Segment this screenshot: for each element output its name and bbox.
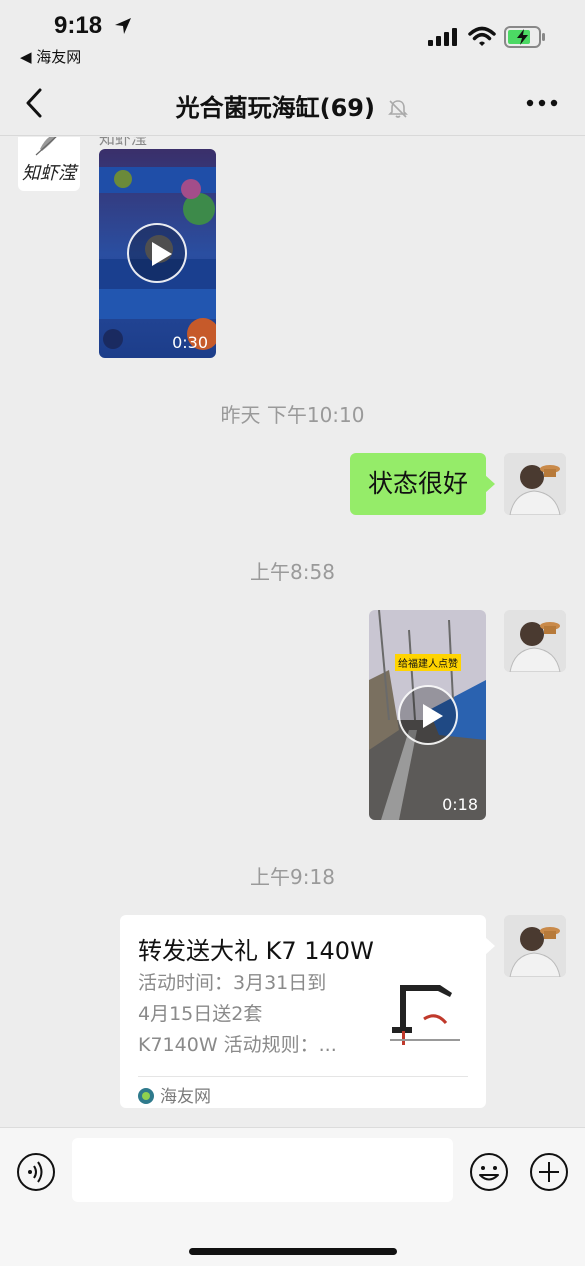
card-divider bbox=[138, 1076, 468, 1077]
status-bar: 9:18 ◀ 海友网 bbox=[0, 0, 585, 70]
voice-input-icon[interactable] bbox=[16, 1152, 56, 1192]
cellular-signal-icon bbox=[428, 28, 457, 46]
avatar-sender[interactable]: 知虾滢 bbox=[18, 137, 80, 191]
card-desc-line: K7140W 活动规则：... bbox=[138, 1034, 337, 1056]
card-source-name: 海友网 bbox=[160, 1087, 211, 1107]
card-title: 转发送大礼 K7 140W bbox=[138, 937, 374, 965]
timestamp: 上午9:18 bbox=[250, 865, 335, 889]
avatar-self[interactable] bbox=[504, 610, 566, 672]
emoji-icon[interactable] bbox=[469, 1152, 509, 1192]
chat-title: 光合菌玩海缸(69) bbox=[175, 94, 375, 122]
avatar-self-image bbox=[504, 915, 566, 977]
message-input[interactable] bbox=[72, 1138, 453, 1202]
home-indicator[interactable] bbox=[189, 1248, 397, 1255]
video-overlay-caption: 给福建人点赞 bbox=[395, 654, 461, 671]
video-duration: 0:30 bbox=[172, 333, 208, 352]
link-card-message[interactable]: 转发送大礼 K7 140W 活动时间：3月31日到 4月15日送2套 K7140… bbox=[120, 915, 495, 1108]
timestamp: 昨天 下午10:10 bbox=[220, 403, 365, 427]
source-logo-icon bbox=[138, 1088, 154, 1104]
video-duration: 0:18 bbox=[442, 795, 478, 814]
video-message-2[interactable]: 给福建人点赞 0:18 bbox=[369, 610, 486, 820]
card-source: 海友网 bbox=[138, 1082, 211, 1107]
chat-header: 光合菌玩海缸(69) bbox=[0, 70, 585, 136]
message-list[interactable]: 知虾滢 知虾滢 0:30 昨天 下午10:10 状态很好 上午8:58 给福建人… bbox=[0, 137, 585, 1127]
mute-bell-icon bbox=[388, 100, 409, 118]
card-thumbnail-lamp bbox=[380, 975, 470, 1055]
timestamp: 上午8:58 bbox=[250, 560, 335, 584]
battery-charging-icon bbox=[504, 26, 545, 48]
input-bar bbox=[0, 1127, 585, 1266]
card-description: 活动时间：3月31日到 4月15日送2套 K7140W 活动规则：... bbox=[138, 968, 374, 1061]
back-to-app-link[interactable]: ◀ 海友网 bbox=[20, 46, 81, 67]
avatar-self-image bbox=[504, 610, 566, 672]
avatar-self[interactable] bbox=[504, 453, 566, 515]
message-bubble-text[interactable]: 状态很好 bbox=[349, 453, 496, 515]
avatar-self-image bbox=[504, 453, 566, 515]
play-icon[interactable] bbox=[398, 685, 458, 745]
chat-title-wrap: 光合菌玩海缸(69) bbox=[0, 88, 585, 123]
avatar-logo-text: 知虾滢 bbox=[22, 163, 76, 184]
location-arrow-icon bbox=[115, 18, 131, 34]
add-more-icon[interactable] bbox=[529, 1152, 569, 1192]
sender-name: 知虾滢 bbox=[99, 137, 148, 148]
card-desc-line: 活动时间：3月31日到 bbox=[138, 972, 327, 994]
video-message-1[interactable]: 0:30 bbox=[99, 149, 216, 358]
play-icon[interactable] bbox=[127, 223, 187, 283]
status-time: 9:18 bbox=[54, 12, 103, 39]
wifi-icon bbox=[468, 26, 496, 46]
card-desc-line: 4月15日送2套 bbox=[138, 1003, 263, 1025]
more-options-icon[interactable] bbox=[525, 92, 559, 114]
avatar-self[interactable] bbox=[504, 915, 566, 977]
